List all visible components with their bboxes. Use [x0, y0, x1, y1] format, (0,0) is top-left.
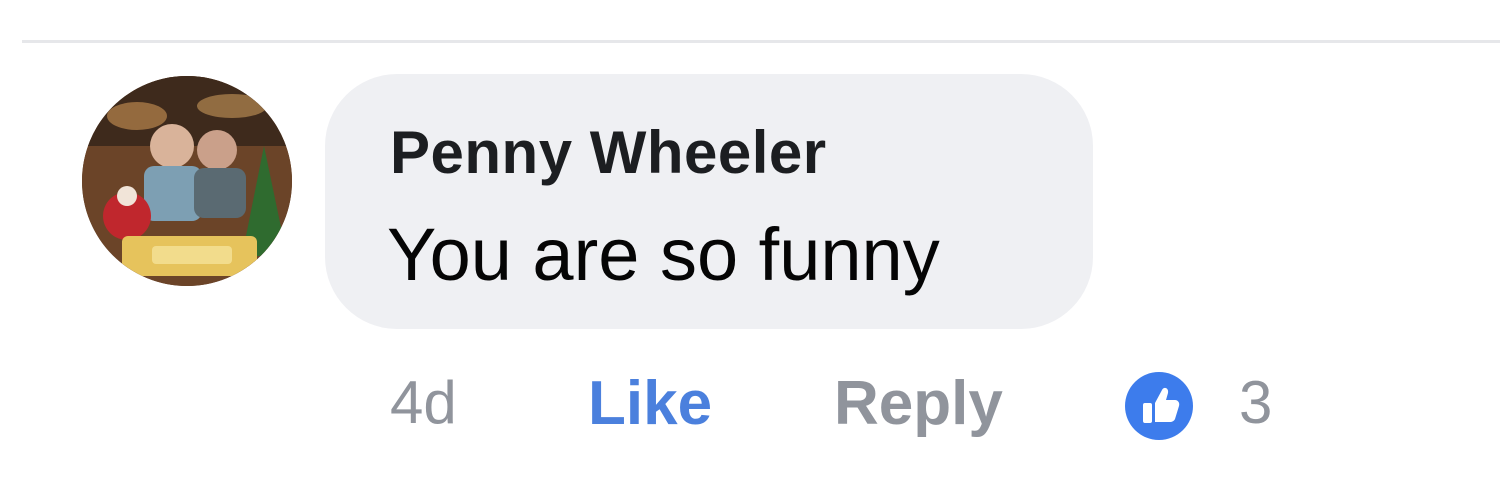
comment-timestamp[interactable]: 4d — [390, 368, 457, 437]
reaction-count: 3 — [1239, 369, 1273, 436]
like-button[interactable]: Like — [588, 368, 712, 439]
thumbs-up-icon — [1125, 372, 1193, 440]
reply-button[interactable]: Reply — [834, 368, 1003, 439]
avatar[interactable] — [82, 76, 292, 286]
profile-photo-icon — [82, 76, 292, 286]
comment-text: You are so funny — [387, 213, 940, 296]
reaction-summary[interactable]: 3 — [1125, 368, 1295, 448]
divider — [22, 40, 1500, 43]
comment-bubble: Penny Wheeler You are so funny — [325, 74, 1093, 329]
comment-author[interactable]: Penny Wheeler — [390, 118, 827, 187]
